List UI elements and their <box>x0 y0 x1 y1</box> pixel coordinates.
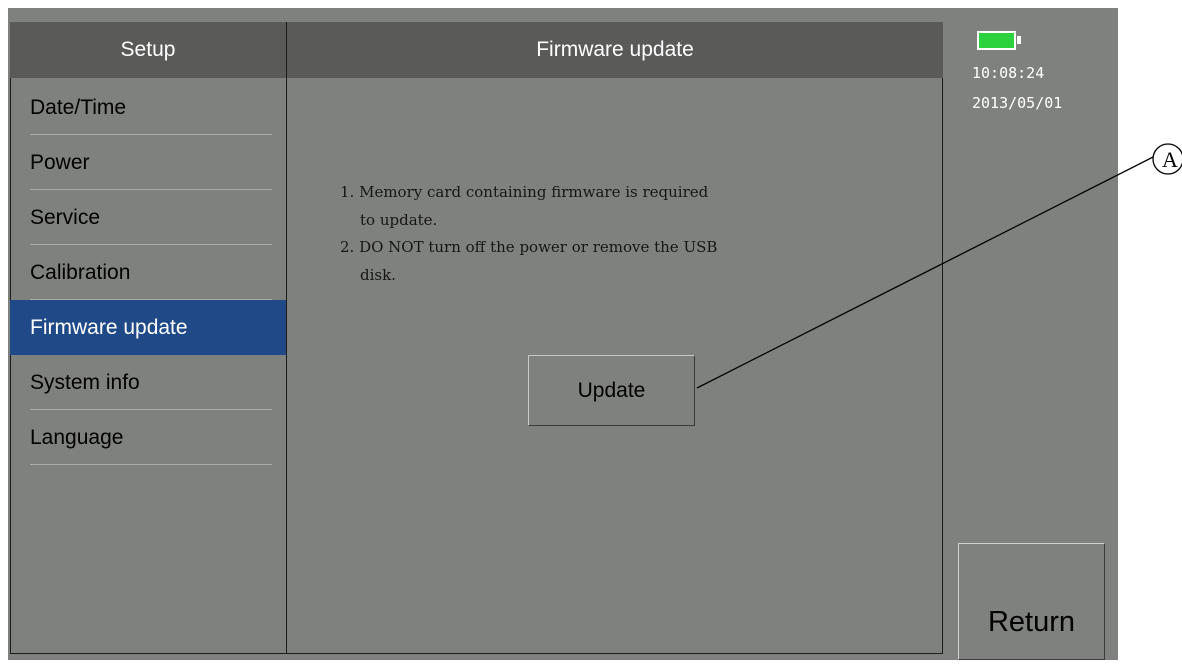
return-button-label: Return <box>987 606 1076 638</box>
sidebar-item-label: Firmware update <box>30 315 188 339</box>
battery-full-icon <box>977 31 1016 50</box>
sidebar-title: Setup <box>10 22 287 78</box>
separator <box>30 464 272 465</box>
sidebar-item-label: Date/Time <box>30 95 127 119</box>
sidebar-menu: Date/Time Power Service Calibration Firm… <box>10 80 286 465</box>
sidebar-item-label: Calibration <box>30 260 131 284</box>
return-button[interactable]: Return <box>958 543 1105 660</box>
update-instructions: 1. Memory card containing firmware is re… <box>340 183 900 293</box>
sidebar-item-language[interactable]: Language <box>10 410 286 465</box>
clock-time: 10:08:24 <box>972 64 1045 82</box>
sidebar-item-system-info[interactable]: System info <box>10 355 286 410</box>
sidebar-item-label: System info <box>30 370 140 394</box>
sidebar-item-service[interactable]: Service <box>10 190 286 245</box>
battery-tip <box>1017 36 1021 44</box>
panel-divider <box>286 22 287 654</box>
sidebar-item-firmware-update[interactable]: Firmware update <box>10 300 286 355</box>
callout-circle <box>1152 143 1182 175</box>
callout-label: A <box>1162 147 1178 172</box>
page-title: Firmware update <box>287 22 943 78</box>
sidebar-item-calibration[interactable]: Calibration <box>10 245 286 300</box>
sidebar-item-label: Power <box>30 150 90 174</box>
sidebar-item-date-time[interactable]: Date/Time <box>10 80 286 135</box>
sidebar-item-label: Service <box>30 205 101 229</box>
update-button[interactable]: Update <box>528 355 695 426</box>
sidebar-item-label: Language <box>30 425 124 449</box>
sidebar-item-power[interactable]: Power <box>10 135 286 190</box>
instruction-line: 1. Memory card containing firmware is re… <box>340 183 709 201</box>
instruction-line: 2. DO NOT turn off the power or remove t… <box>340 238 718 256</box>
clock-date: 2013/05/01 <box>972 94 1063 112</box>
instruction-line: disk. <box>360 265 396 284</box>
instruction-line: to update. <box>360 210 438 229</box>
